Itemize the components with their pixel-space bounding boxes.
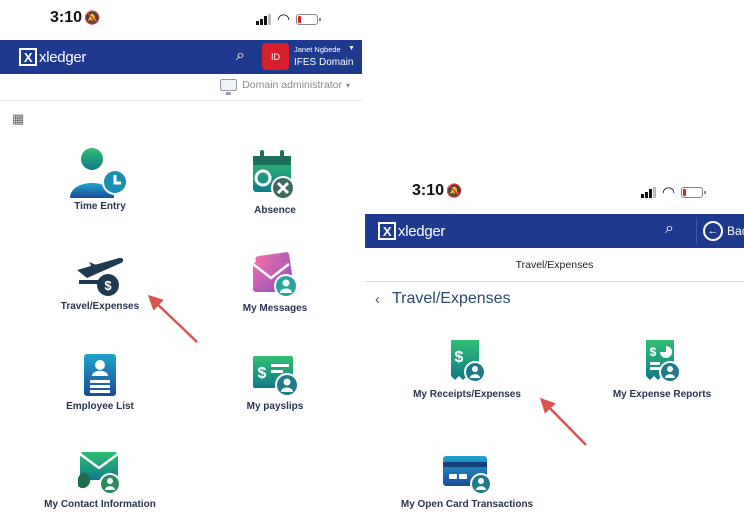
chevron-down-icon[interactable]: ▼: [348, 45, 355, 52]
svg-text:$: $: [258, 365, 267, 382]
logo-x-icon: X: [19, 48, 37, 66]
tile-label: My Contact Information: [44, 499, 156, 510]
arrow-line: [539, 397, 587, 446]
logo-text: xledger: [39, 48, 87, 66]
back-arrow-icon: ←: [703, 221, 723, 241]
tile-label: Time Entry: [74, 201, 126, 212]
wifi-icon: ◠: [662, 184, 676, 201]
left-phone-screen: 3:10 🔕 ◠ X xledger ⌕ ID Janet Ngbede ▼ IF…: [0, 0, 362, 517]
payslip-icon: $: [253, 356, 299, 397]
annotation-arrow-right: [539, 397, 587, 446]
tile-my-contact-information[interactable]: My Contact Information: [25, 448, 175, 510]
plane-money-icon: $: [77, 257, 124, 296]
search-icon[interactable]: ⌕: [236, 47, 245, 65]
tile-my-payslips[interactable]: $ My payslips: [200, 352, 350, 412]
domain-name[interactable]: IFES Domain: [294, 57, 353, 68]
mute-bell-icon: 🔕: [446, 183, 463, 198]
right-phone-screen: 3:10🔕 ◠ X xledger ⌕ ← Bac Travel/Expense…: [365, 178, 744, 517]
receipt-icon: $: [451, 340, 486, 383]
tile-label: My payslips: [246, 401, 304, 412]
calendar-x-icon: [253, 150, 295, 200]
search-icon[interactable]: ⌕: [665, 220, 674, 238]
status-time: 3:10 🔕: [50, 9, 101, 26]
xledger-logo[interactable]: X xledger: [19, 48, 86, 66]
page-title: Travel/Expenses: [392, 290, 511, 307]
mute-bell-icon: 🔕: [84, 10, 101, 25]
card-icon: [443, 456, 492, 495]
signal-icon: [641, 187, 656, 198]
id-card-icon: [84, 354, 116, 396]
tile-my-messages[interactable]: My Messages: [200, 252, 350, 314]
user-name[interactable]: Janet Ngbede: [294, 45, 341, 54]
page-bar-title: Travel/Expenses: [515, 259, 594, 271]
tile-label: Absence: [254, 205, 296, 216]
annotation-arrow-left: [147, 294, 198, 343]
tile-label: My Expense Reports: [612, 389, 712, 400]
wifi-icon: ◠: [277, 11, 291, 28]
contact-icon: [78, 452, 121, 495]
battery-icon: [681, 187, 707, 198]
tile-label: My Messages: [242, 303, 308, 314]
grid-view-icon[interactable]: ▦: [12, 111, 24, 127]
messages-icon: [252, 252, 298, 298]
tile-absence[interactable]: Absence: [200, 148, 350, 216]
user-avatar[interactable]: ID: [262, 43, 289, 70]
expense-report-icon: $: [646, 340, 681, 383]
person-clock-icon: [70, 148, 128, 198]
tile-label: My Receipts/Expenses: [413, 389, 521, 400]
tile-label: My Open Card Transactions: [400, 499, 534, 510]
monitor-icon: [220, 79, 238, 95]
app-header: X xledger ⌕ ID Janet Ngbede ▼ IFES Domai…: [0, 40, 362, 74]
divider: [0, 100, 362, 101]
tile-my-open-card-transactions[interactable]: My Open Card Transactions: [392, 452, 542, 510]
battery-icon: [296, 14, 322, 25]
logo-x-icon: X: [378, 222, 396, 240]
chevron-left-icon[interactable]: ‹: [375, 291, 380, 308]
tile-label: Employee List: [66, 401, 134, 412]
role-label: Domain administrator: [242, 79, 342, 91]
tile-employee-list[interactable]: Employee List: [25, 352, 175, 412]
logo-text: xledger: [398, 222, 446, 240]
back-button[interactable]: ← Bac: [696, 218, 744, 244]
status-bar: 3:10 🔕 ◠: [0, 0, 362, 36]
page-bar: Travel/Expenses: [365, 249, 744, 282]
svg-text:$: $: [104, 278, 112, 293]
svg-text:$: $: [650, 345, 657, 359]
app-header: X xledger ⌕ ← Bac: [365, 214, 744, 248]
back-label: Bac: [727, 224, 744, 238]
signal-icon: [256, 14, 271, 25]
arrow-line: [147, 294, 198, 343]
status-time: 3:10 🔕: [412, 182, 463, 199]
xledger-logo[interactable]: X xledger: [378, 222, 445, 240]
status-bar: 3:10 🔕 ◠: [365, 178, 744, 214]
tile-my-receipts-expenses[interactable]: $ My Receipts/Expenses: [392, 338, 542, 400]
tile-my-expense-reports[interactable]: $ My Expense Reports: [587, 338, 737, 400]
chevron-down-icon: ▾: [345, 80, 350, 90]
role-selector[interactable]: Domain administrator ▾: [220, 79, 350, 95]
tile-time-entry[interactable]: Time Entry: [25, 146, 175, 212]
section-header[interactable]: ‹ Travel/Expenses: [375, 290, 511, 308]
svg-text:$: $: [455, 349, 464, 366]
